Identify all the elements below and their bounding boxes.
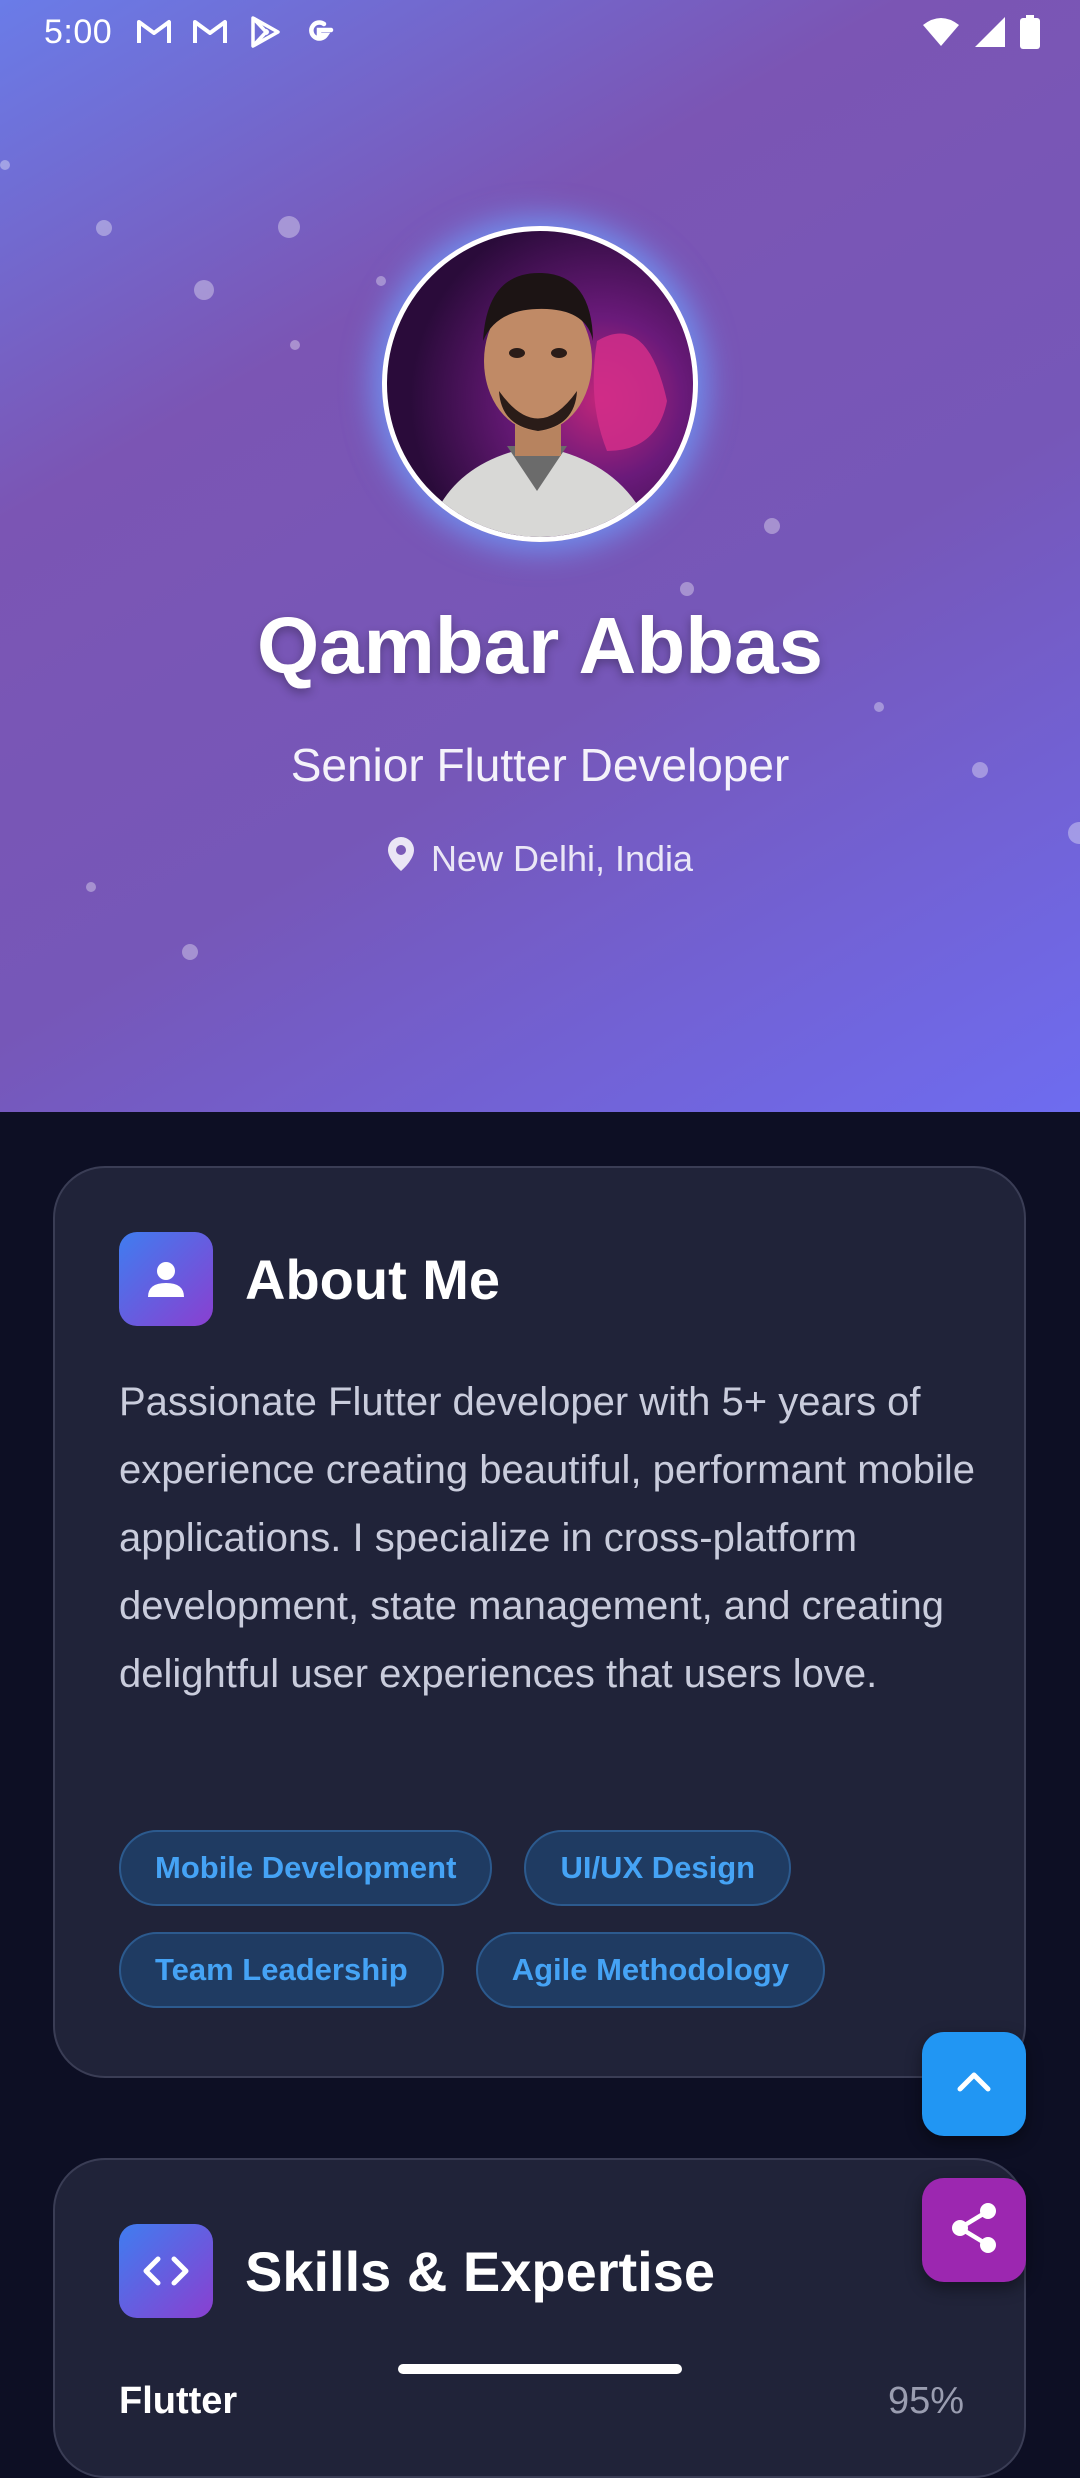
- avatar-photo: [427, 272, 667, 537]
- particle: [290, 340, 300, 350]
- status-bar: 5:00: [0, 0, 1080, 64]
- play-store-icon: [248, 15, 282, 49]
- profile-role: Senior Flutter Developer: [290, 739, 790, 791]
- tag-ui-ux-design[interactable]: UI/UX Design: [524, 1830, 792, 1906]
- home-indicator[interactable]: [398, 2364, 682, 2374]
- chevron-up-icon: [954, 2069, 994, 2100]
- about-card: About Me Passionate Flutter developer wi…: [53, 1166, 1026, 2078]
- profile-location: New Delhi, India: [0, 836, 1080, 881]
- about-title: About Me: [245, 1247, 501, 1311]
- gmail-icon: [136, 18, 172, 46]
- location-text: New Delhi, India: [430, 837, 694, 879]
- skills-header: Skills & Expertise: [119, 2224, 715, 2318]
- gmail-icon: [192, 18, 228, 46]
- location-pin-icon: [387, 836, 415, 881]
- skill-row: Flutter 95%: [119, 2380, 964, 2423]
- tag-agile-methodology[interactable]: Agile Methodology: [475, 1932, 825, 2008]
- particle: [680, 582, 694, 596]
- skills-card: Skills & Expertise Flutter 95%: [53, 2158, 1026, 2478]
- tag-list: Mobile Development UI/UX Design Team Lea…: [119, 1830, 979, 2008]
- skills-title: Skills & Expertise: [245, 2239, 716, 2303]
- scroll-top-button[interactable]: [922, 2032, 1026, 2136]
- avatar[interactable]: [382, 226, 698, 542]
- skill-name: Flutter: [119, 2380, 238, 2422]
- particle: [376, 276, 386, 286]
- signal-icon: [974, 16, 1006, 48]
- skill-percent: 95%: [887, 2380, 964, 2422]
- particle: [278, 216, 300, 238]
- share-icon: [948, 2200, 1000, 2261]
- particle: [764, 518, 780, 534]
- about-text: Passionate Flutter developer with 5+ yea…: [119, 1380, 976, 1696]
- battery-icon: [1020, 15, 1040, 49]
- tag-team-leadership[interactable]: Team Leadership: [119, 1932, 444, 2008]
- wifi-icon: [922, 17, 960, 47]
- particle: [96, 220, 112, 236]
- about-header: About Me: [119, 1232, 500, 1326]
- particle: [0, 160, 10, 170]
- particle: [86, 882, 96, 892]
- google-icon: [302, 15, 336, 49]
- profile-header: 5:00 Qambar Abbas Senior Flutter Develop…: [0, 0, 1080, 1112]
- share-button[interactable]: [922, 2178, 1026, 2282]
- status-time: 5:00: [44, 12, 113, 51]
- profile-name: Qambar Abbas: [256, 601, 824, 690]
- person-icon: [119, 1232, 213, 1326]
- particle: [194, 280, 214, 300]
- particle: [182, 944, 198, 960]
- tag-mobile-development[interactable]: Mobile Development: [119, 1830, 493, 1906]
- particle: [874, 702, 884, 712]
- code-icon: [119, 2224, 213, 2318]
